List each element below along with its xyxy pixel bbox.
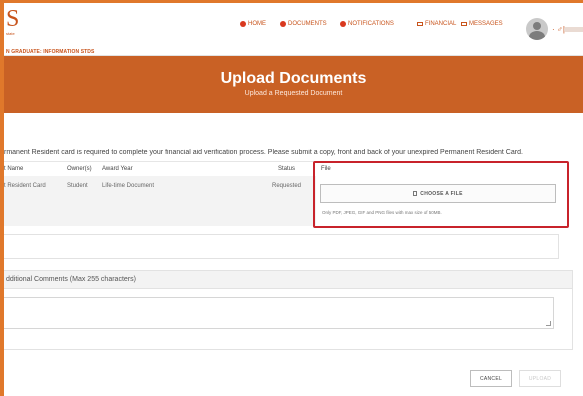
blank-panel [4, 234, 559, 259]
row-owner: Student [67, 183, 88, 189]
envelope-icon [461, 22, 467, 26]
col-owner: Owner(s) [67, 166, 92, 172]
nav-home-label: HOME [248, 21, 266, 27]
resize-handle-icon[interactable] [546, 321, 551, 326]
alert-dot-icon [240, 21, 246, 27]
top-header: S state N GRADUATE: INFORMATION STDS HOM… [4, 3, 583, 56]
program-label: N GRADUATE: INFORMATION STDS [6, 49, 95, 55]
col-award-year: Award Year [102, 166, 133, 172]
nav-documents-label: DOCUMENTS [288, 21, 327, 27]
cancel-button[interactable]: CANCEL [470, 370, 512, 387]
nav-home[interactable]: HOME [240, 21, 266, 27]
page-banner: Upload Documents Upload a Requested Docu… [4, 56, 583, 113]
row-status: Requested [272, 183, 302, 189]
window-left-border [0, 0, 4, 396]
logo[interactable]: S [6, 7, 19, 31]
alert-dot-icon [280, 21, 286, 27]
user-name-redacted [564, 27, 583, 32]
upload-button[interactable]: UPLOAD [519, 370, 561, 387]
comments-panel: dditional Comments (Max 255 characters) [4, 270, 573, 350]
nav-messages[interactable]: MESSAGES [461, 21, 503, 27]
alert-dot-icon [340, 21, 346, 27]
row-document-name: t Resident Card [4, 183, 46, 189]
avatar[interactable] [526, 18, 548, 40]
col-name: t Name [4, 166, 24, 172]
nav-notifications-label: NOTIFICATIONS [348, 21, 394, 27]
instructions-text: rmanent Resident card is required to com… [4, 149, 523, 156]
envelope-icon [417, 22, 423, 26]
comments-header: dditional Comments (Max 255 characters) [4, 271, 572, 289]
comments-label: dditional Comments (Max 255 characters) [6, 276, 136, 283]
nav-financial-label: FINANCIAL [425, 21, 457, 27]
comments-textarea[interactable] [4, 297, 554, 329]
highlight-box [313, 161, 569, 228]
logo-subtext: state [6, 31, 15, 36]
page-title: Upload Documents [220, 70, 367, 87]
col-status: Status [278, 166, 296, 172]
nav-documents[interactable]: DOCUMENTS [280, 21, 327, 27]
page-subtitle: Upload a Requested Document [244, 90, 343, 97]
nav-financial[interactable]: FINANCIAL [417, 21, 456, 27]
row-award-year: Life-time Document [102, 183, 155, 189]
nav-messages-label: MESSAGES [469, 21, 503, 27]
nav-notifications[interactable]: NOTIFICATIONS [340, 21, 394, 27]
